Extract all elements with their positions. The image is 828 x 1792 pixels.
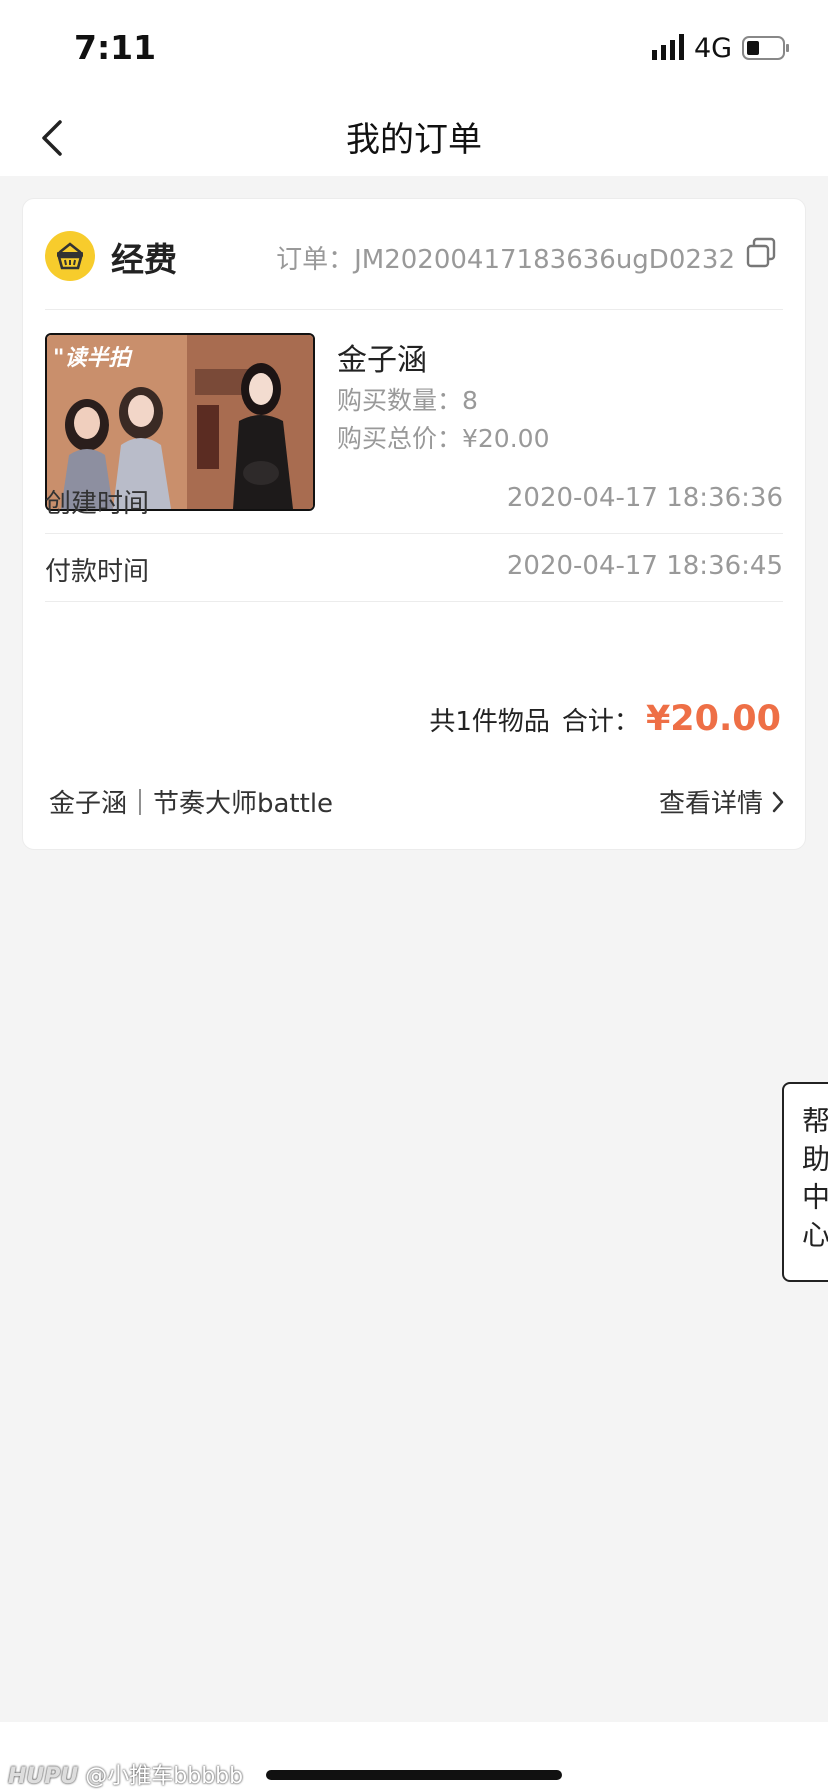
sum-label: 合计：: [561, 707, 640, 737]
view-details-link[interactable]: 查看详情: [659, 783, 787, 820]
basket-icon: [45, 231, 95, 281]
created-value: 2020-04-17 18:36:36: [506, 483, 783, 513]
item-count: 共1件物品: [429, 707, 550, 737]
bottom-bar: HUPU @小推车bbbbb: [0, 1722, 828, 1792]
view-details-label: 查看详情: [658, 789, 763, 819]
battery-icon: [742, 36, 789, 60]
event-name: 金子涵｜节奏大师battle: [49, 789, 334, 819]
page-title: 我的订单: [346, 120, 482, 160]
nav-bar: 我的订单: [0, 100, 828, 176]
status-bar: 7:11 4G: [0, 0, 828, 100]
paid-label: 付款时间: [45, 557, 150, 587]
help-center-tab[interactable]: 帮助中心: [782, 1082, 828, 1282]
product-quantity: 购买数量：8: [337, 386, 478, 415]
sum-amount: ¥20.00: [645, 699, 781, 739]
created-label: 创建时间: [45, 489, 150, 519]
divider: [45, 533, 783, 534]
category-name: 经费: [111, 240, 177, 279]
watermark-brand: HUPU: [8, 1764, 79, 1789]
svg-text:"读半拍: "读半拍: [53, 346, 133, 371]
help-center-label: 帮助中心: [798, 1106, 828, 1258]
copy-icon[interactable]: [745, 237, 777, 269]
home-indicator[interactable]: [266, 1770, 562, 1780]
watermark: HUPU @小推车bbbbb: [8, 1758, 243, 1790]
signal-icon: [652, 34, 684, 60]
network-label: 4G: [694, 33, 733, 64]
watermark-user: @小推车bbbbb: [85, 1764, 244, 1789]
product-total: 购买总价：¥20.00: [337, 424, 550, 453]
order-number: 订单：JM20200417183636ugD0232: [276, 245, 735, 275]
paid-value: 2020-04-17 18:36:45: [506, 551, 783, 581]
status-time: 7:11: [74, 28, 157, 67]
divider: [45, 601, 783, 602]
product-name: 金子涵: [337, 343, 427, 378]
divider: [45, 309, 783, 310]
order-card: 经费 订单：JM20200417183636ugD0232 "读半拍 金子涵 购…: [22, 198, 806, 850]
chevron-right-icon: [772, 791, 784, 812]
order-summary: 共1件物品 合计： ¥20.00: [429, 699, 781, 739]
